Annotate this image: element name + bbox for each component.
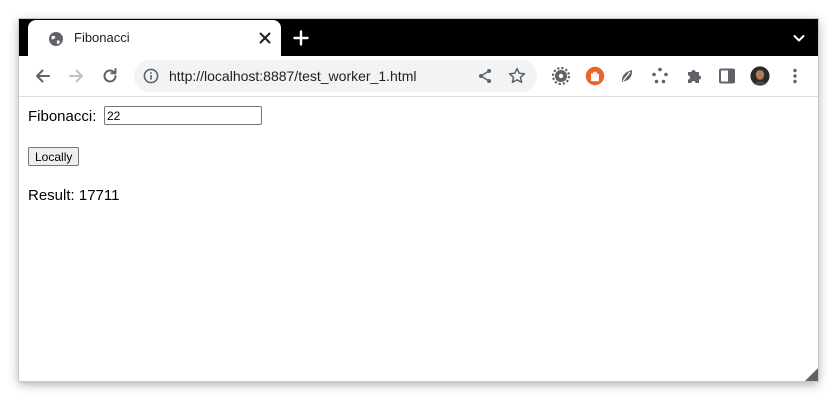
tab-title: Fibonacci — [74, 30, 130, 45]
browser-window: Fibonacci http://localhost:8887/test_wor… — [19, 19, 818, 381]
gear-extension-icon[interactable] — [551, 66, 571, 86]
resize-grip[interactable] — [805, 368, 818, 381]
forward-icon[interactable] — [64, 64, 88, 88]
back-icon[interactable] — [31, 64, 55, 88]
avatar[interactable] — [750, 66, 770, 86]
browser-toolbar: http://localhost:8887/test_worker_1.html — [19, 56, 818, 97]
puzzle-icon[interactable] — [684, 66, 704, 86]
result-text: Result: 17711 — [28, 187, 120, 204]
side-panel-icon[interactable] — [717, 66, 737, 86]
fibonacci-input[interactable] — [104, 106, 262, 125]
tab-strip: Fibonacci — [19, 19, 818, 56]
globe-icon — [48, 31, 64, 47]
address-bar[interactable]: http://localhost:8887/test_worker_1.html — [134, 60, 537, 92]
page-content: Fibonacci: Locally Result: 17711 — [19, 97, 818, 381]
info-icon[interactable] — [143, 68, 159, 84]
share-icon[interactable] — [475, 66, 495, 86]
plus-icon[interactable] — [290, 27, 312, 49]
dots-extension-icon[interactable] — [650, 66, 670, 86]
reload-icon[interactable] — [98, 64, 122, 88]
star-icon[interactable] — [507, 66, 527, 86]
hand-extension-icon[interactable] — [585, 66, 605, 86]
locally-button[interactable]: Locally — [28, 147, 80, 166]
kebab-menu-icon[interactable] — [785, 66, 805, 86]
fibonacci-label: Fibonacci: — [28, 108, 97, 125]
chevron-down-icon[interactable] — [790, 29, 808, 47]
url-text[interactable]: http://localhost:8887/test_worker_1.html — [169, 68, 416, 84]
leaf-extension-icon[interactable] — [617, 66, 637, 86]
close-icon[interactable] — [255, 28, 275, 48]
tab-fibonacci[interactable]: Fibonacci — [28, 20, 281, 56]
